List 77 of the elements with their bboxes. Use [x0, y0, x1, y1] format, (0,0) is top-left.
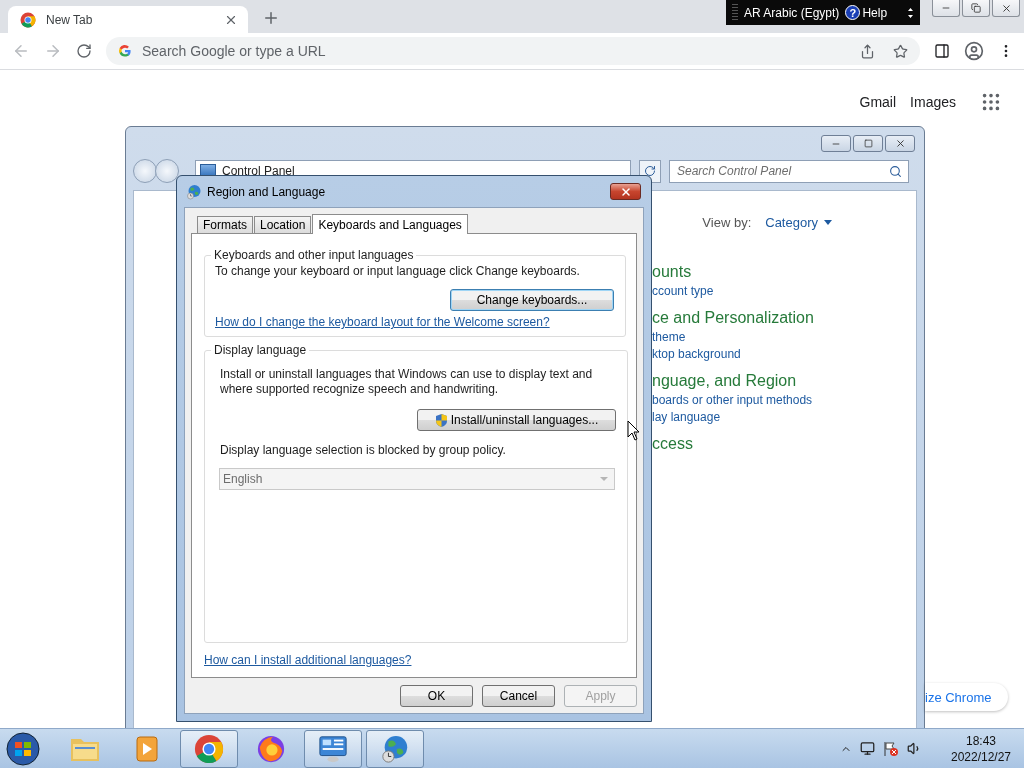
- policy-note: Display language selection is blocked by group policy.: [220, 443, 507, 458]
- tab[interactable]: Keyboards and Languages: [312, 214, 468, 234]
- category-link[interactable]: ktop background: [652, 346, 916, 363]
- search-icon: [889, 164, 902, 178]
- clock-time: 18:43: [966, 732, 996, 749]
- globe-icon: [186, 183, 202, 200]
- side-panel-icon[interactable]: [934, 43, 950, 59]
- group-legend: Keyboards and other input languages: [211, 248, 417, 262]
- dialog-button[interactable]: OK: [400, 685, 473, 707]
- dialog-title: Region and Language: [207, 184, 327, 199]
- top-link[interactable]: Gmail: [859, 94, 897, 110]
- control-panel-icon: [318, 733, 348, 764]
- group-legend: Display language: [211, 343, 310, 357]
- restore-button[interactable]: [962, 0, 990, 17]
- group-text: Install or uninstall languages that Windows can use to display text and where supported recognize speech and handwriting.: [220, 367, 594, 397]
- install-languages-button[interactable]: Install/uninstall languages...: [417, 409, 616, 431]
- customize-button[interactable]: ize Chrome: [925, 683, 1008, 711]
- category-title[interactable]: ccess: [652, 435, 916, 453]
- taskbar-button[interactable]: [366, 729, 424, 768]
- maximize-icon: [863, 139, 873, 148]
- maximize-button[interactable]: [853, 135, 883, 152]
- minimize-button[interactable]: [932, 0, 960, 17]
- restore-icon: [971, 3, 981, 13]
- category-title[interactable]: ce and Personalization: [652, 309, 916, 327]
- start-button[interactable]: [4, 729, 42, 768]
- top-link[interactable]: Images: [910, 94, 956, 110]
- clock-date: 2022/12/27: [950, 748, 1012, 765]
- close-icon: [894, 138, 906, 149]
- help-glyph: ?: [845, 5, 861, 20]
- search-field[interactable]: Search Control Panel: [669, 159, 909, 183]
- tab[interactable]: Location: [254, 216, 312, 233]
- bookmark-star-icon[interactable]: [893, 43, 908, 59]
- fox-browser-icon: [256, 733, 286, 764]
- close-button[interactable]: [610, 183, 641, 200]
- close-icon: [1000, 2, 1012, 14]
- category-link[interactable]: boards or other input methods: [652, 392, 916, 409]
- options-arrows-icon[interactable]: [907, 6, 914, 19]
- address-placeholder: Search Google or type a URL: [142, 43, 327, 59]
- google-g-icon: [118, 44, 132, 58]
- reload-icon[interactable]: [76, 43, 92, 59]
- address-bar[interactable]: Search Google or type a URL: [106, 37, 920, 65]
- profile-icon[interactable]: [964, 41, 984, 61]
- help-label[interactable]: Help: [862, 5, 888, 20]
- tab-title: New Tab: [46, 12, 94, 27]
- tab[interactable]: Formats: [197, 216, 253, 233]
- view-by-label: View by:: [702, 215, 752, 230]
- refresh-icon: [644, 165, 656, 177]
- category-title[interactable]: nguage, and Region: [652, 372, 916, 390]
- input-language[interactable]: AR Arabic (Egypt): [744, 5, 840, 20]
- group-text: To change your keyboard or input language click Change keyboards.: [215, 264, 581, 279]
- apps-grid-icon[interactable]: [980, 91, 1002, 113]
- help-link[interactable]: How do I change the keyboard layout for the Welcome screen?: [215, 315, 613, 329]
- globe-icon: [380, 733, 410, 764]
- category-link[interactable]: ccount type: [652, 283, 916, 300]
- browser-logo-icon: [20, 11, 36, 28]
- view-by-dropdown[interactable]: Category: [765, 215, 832, 230]
- flag-icon[interactable]: [883, 740, 899, 757]
- dialog-button[interactable]: Cancel: [482, 685, 555, 707]
- change-keyboards-button[interactable]: Change keyboards...: [450, 289, 614, 311]
- close-icon: [619, 185, 632, 198]
- help-link[interactable]: How can I install additional languages?: [204, 653, 626, 667]
- category-link[interactable]: lay language: [652, 409, 916, 426]
- round-browser-icon: [194, 733, 224, 764]
- search-placeholder: Search Control Panel: [677, 164, 792, 178]
- taskbar-button[interactable]: [180, 729, 238, 768]
- shield-icon: [434, 412, 448, 428]
- minimize-button[interactable]: [821, 135, 851, 152]
- clock[interactable]: 18:43 2022/12/27: [946, 732, 1016, 765]
- category-link[interactable]: theme: [652, 329, 916, 346]
- browser-tab[interactable]: New Tab: [8, 6, 248, 33]
- breadcrumb: Control Panel: [222, 164, 295, 178]
- network-icon[interactable]: [860, 741, 875, 756]
- media-player-icon: [135, 734, 159, 763]
- new-tab-icon[interactable]: [262, 9, 280, 27]
- taskbar-button[interactable]: [304, 729, 362, 768]
- share-icon[interactable]: [860, 43, 875, 59]
- category-title[interactable]: ounts: [652, 263, 916, 281]
